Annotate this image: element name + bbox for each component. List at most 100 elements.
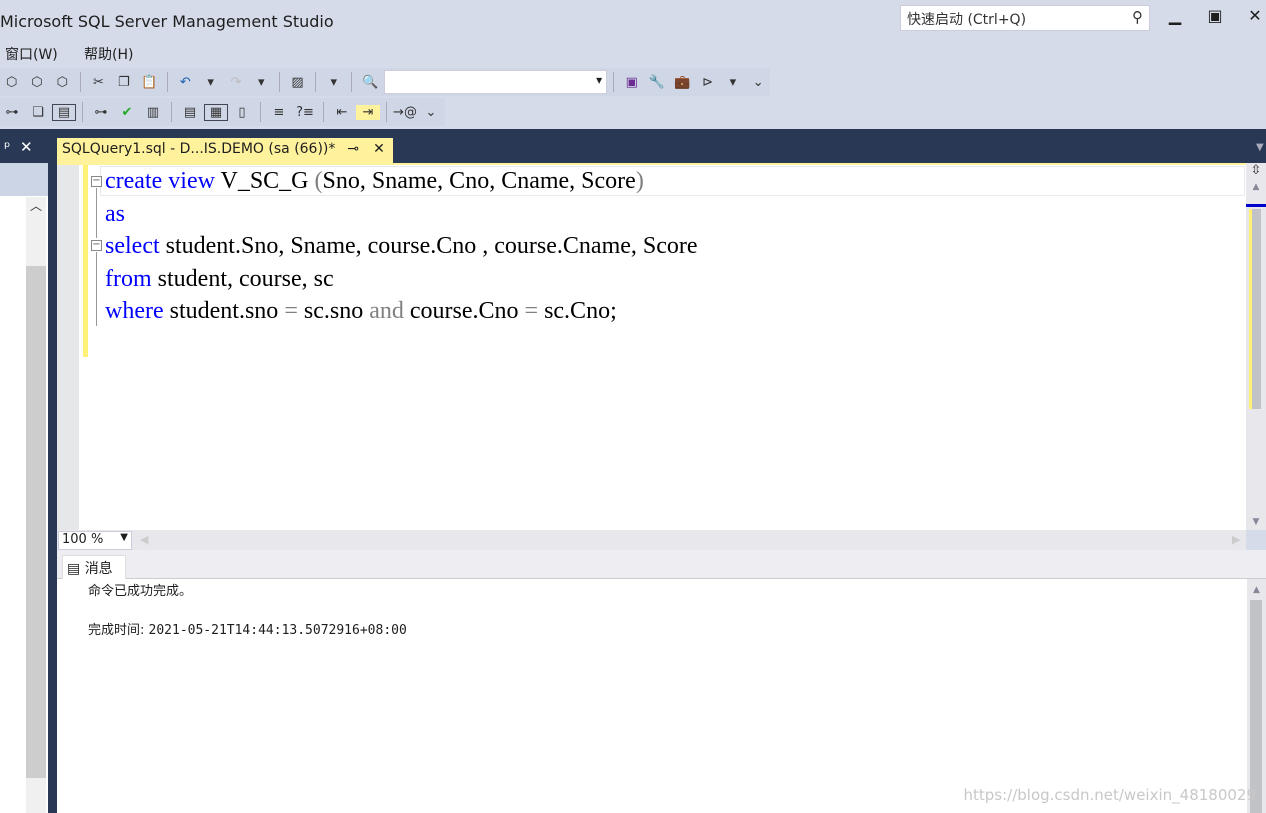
paste-icon[interactable]: 📋 [137, 75, 160, 90]
minimize-button[interactable]: ▁ [1160, 6, 1190, 25]
sql-token: sc.sno [297, 298, 370, 324]
scroll-left-icon[interactable]: ◀ [140, 533, 148, 546]
scroll-right-icon[interactable]: ▶ [1232, 533, 1240, 546]
watermark: https://blog.csdn.net/weixin_48180029 [963, 786, 1256, 804]
code-line[interactable]: where student.sno = sc.sno and course.Cn… [105, 296, 617, 326]
client-statistics-icon[interactable]: ▥ [141, 105, 165, 120]
close-window-button[interactable]: ✕ [1240, 6, 1266, 25]
code-line[interactable]: create view V_SC_G (Sno, Sname, Cno, Cna… [105, 166, 644, 196]
pin-icon[interactable]: ᵖ [4, 138, 10, 156]
tab-sqlquery1[interactable]: SQLQuery1.sql - D...IS.DEMO (sa (66))* ⊸ ✕ [57, 138, 393, 163]
window-title: Microsoft SQL Server Management Studio [0, 12, 334, 31]
editor-vertical-scrollbar[interactable]: ⇳ ▲ ▼ [1246, 163, 1266, 530]
sql-token: = [284, 298, 298, 324]
sql-token: sc.Cno; [538, 298, 617, 324]
undo-icon[interactable]: ↶ [174, 75, 197, 90]
tab-list-dropdown-icon[interactable]: ▼ [1256, 142, 1264, 153]
activity-monitor-icon[interactable]: ▨ [286, 75, 309, 90]
sql-token: Sno, Sname, Cno, Cname, Score [322, 168, 636, 194]
scroll-up-icon[interactable]: ▲ [1247, 585, 1266, 595]
messages-icon: ▤ [67, 561, 81, 577]
copy-icon[interactable]: ❐ [112, 75, 135, 90]
maximize-button[interactable]: ▣ [1200, 6, 1230, 25]
quick-launch-input[interactable]: 快速启动 (Ctrl+Q) ⚲ [900, 5, 1150, 31]
completion-time: 2021-05-21T14:44:13.5072916+08:00 [148, 623, 407, 638]
command-window-icon[interactable]: ⊳ [696, 75, 719, 90]
change-tracking-bar [83, 165, 88, 357]
dropdown-icon[interactable]: ▾ [322, 75, 345, 90]
sql-token: student.Sno, Sname, course.Cno , course.… [159, 233, 698, 259]
query-editor[interactable] [57, 163, 1246, 530]
parse-icon[interactable]: ✔ [115, 105, 139, 120]
standard-toolbar: ⬡⬡⬡ ✂❐📋 ↶▾↷▾ ▨▾ 🔍 ▣🔧💼⊳▾⌄ [0, 68, 770, 96]
toolbar-options-icon[interactable]: ⌄ [747, 75, 770, 90]
properties-wrench-icon[interactable]: 🔧 [645, 75, 668, 90]
results-pane-icon[interactable]: ▤ [52, 103, 76, 121]
split-icon[interactable]: ⇳ [1246, 163, 1266, 178]
collapse-icon[interactable]: − [91, 240, 102, 251]
results-to-text-icon[interactable]: ▤ [178, 105, 202, 120]
toolbox-icon[interactable]: 💼 [671, 75, 694, 90]
completion-time-line: 完成时间: 2021-05-21T14:44:13.5072916+08:00 [88, 619, 407, 638]
sql-keyword: as [105, 200, 125, 227]
solution-icon[interactable]: ▣ [620, 75, 643, 90]
tab-messages[interactable]: ▤ 消息 [62, 555, 126, 579]
find-combo[interactable] [383, 70, 608, 94]
sql-token: ) [635, 168, 644, 194]
toolbar-options-icon[interactable]: ⌄ [419, 105, 443, 120]
results-to-grid-icon[interactable]: ▦ [204, 103, 228, 121]
redo-dropdown-icon[interactable]: ▾ [250, 75, 273, 90]
undo-dropdown-icon[interactable]: ▾ [199, 75, 222, 90]
left-panel-header: ᵖ ✕ [0, 138, 48, 162]
editor-margin [57, 165, 79, 530]
indent-icon[interactable]: ⇥ [356, 104, 380, 120]
tab-messages-label: 消息 [84, 561, 113, 577]
left-panel-scroll-thumb[interactable] [26, 266, 46, 778]
close-icon[interactable]: ✕ [20, 138, 33, 156]
messages-scroll-thumb[interactable] [1250, 600, 1262, 813]
sql-keyword: select [105, 233, 160, 259]
sql-token: student.sno [163, 298, 285, 324]
specify-template-values-icon[interactable]: →@ [393, 105, 417, 120]
estimated-plan-icon[interactable]: ⊶ [89, 105, 113, 120]
quick-launch-placeholder: 快速启动 (Ctrl+Q) [907, 12, 1027, 28]
menu-window[interactable]: 窗口(W) [5, 44, 58, 64]
success-message: 命令已成功完成。 [88, 584, 193, 599]
comment-icon[interactable]: ≡ [267, 105, 291, 120]
sql-token: V_SC_G [214, 168, 315, 194]
windows-icon[interactable]: ❏ [26, 105, 50, 120]
dropdown-icon[interactable]: ▾ [721, 75, 744, 90]
scroll-down-icon[interactable]: ▼ [1246, 517, 1266, 527]
scroll-up-icon[interactable]: ▲ [1246, 182, 1266, 192]
results-to-file-icon[interactable]: ▯ [230, 105, 254, 120]
cut-icon[interactable]: ✂ [87, 75, 110, 90]
dmx-query-icon[interactable]: ⬡ [0, 75, 23, 90]
uncomment-icon[interactable]: ?≡ [293, 105, 317, 120]
zoom-select[interactable]: 100 % ▼ [58, 531, 132, 550]
editor-horizontal-scrollbar[interactable] [57, 530, 1246, 550]
find-in-files-icon[interactable]: 🔍 [358, 75, 381, 90]
sql-editor-toolbar: ⊶ ❏ ▤ ⊶ ✔ ▥ ▤ ▦ ▯ ≡ ?≡ ⇤ ⇥ →@ ⌄ [0, 98, 445, 126]
search-icon: ⚲ [1132, 8, 1143, 26]
collapse-icon[interactable]: − [91, 176, 102, 187]
sql-token: course.Cno [403, 298, 525, 324]
outdent-icon[interactable]: ⇤ [330, 105, 354, 120]
close-tab-icon[interactable]: ✕ [373, 141, 385, 157]
code-line[interactable]: from student, course, sc [105, 264, 334, 294]
pin-tab-icon[interactable]: ⊸ [347, 141, 359, 157]
xmla-query-icon[interactable]: ⬡ [25, 75, 48, 90]
code-line[interactable]: select student.Sno, Sname, course.Cno , … [105, 231, 698, 261]
display-plan-icon[interactable]: ⊶ [0, 105, 24, 120]
zoom-value: 100 % [62, 532, 104, 547]
sql-keyword: create view [105, 168, 215, 194]
menu-help[interactable]: 帮助(H) [84, 44, 133, 64]
redo-icon[interactable]: ↷ [224, 75, 247, 90]
sql-token: = [524, 298, 539, 324]
sql-token: student, course, sc [151, 265, 334, 292]
sql-token: ( [314, 168, 323, 194]
dax-query-icon[interactable]: ⬡ [51, 75, 74, 90]
messages-pane[interactable] [57, 579, 1247, 813]
completion-label: 完成时间: [88, 623, 149, 638]
sql-token: and [369, 298, 404, 324]
code-line[interactable]: as [105, 199, 125, 229]
